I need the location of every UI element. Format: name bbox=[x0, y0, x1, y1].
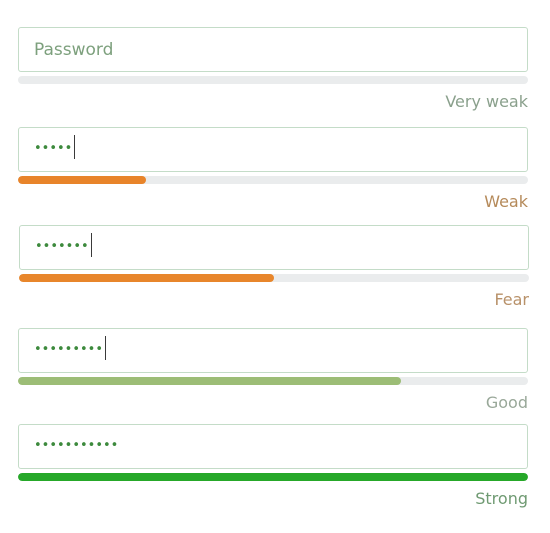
password-input[interactable]: ••••• bbox=[18, 127, 528, 172]
password-masked-value: ••••• bbox=[34, 135, 76, 160]
password-input[interactable]: ••••••••• bbox=[18, 328, 528, 373]
strength-meter-fill bbox=[18, 377, 401, 385]
password-input[interactable]: Password bbox=[18, 27, 528, 72]
password-row-strong: ••••••••••• Strong bbox=[18, 424, 528, 509]
strength-meter-fill bbox=[18, 176, 146, 184]
password-row-fear: ••••••• Fear bbox=[19, 225, 529, 310]
strength-meter bbox=[18, 473, 528, 481]
password-input[interactable]: ••••••••••• bbox=[18, 424, 528, 469]
strength-label: Very weak bbox=[445, 92, 528, 111]
password-masked-value: ••••••• bbox=[35, 233, 92, 258]
strength-label: Fear bbox=[494, 290, 529, 309]
strength-meter-fill bbox=[19, 274, 274, 282]
strength-meter bbox=[18, 76, 528, 84]
strength-label: Strong bbox=[475, 489, 528, 508]
text-caret bbox=[90, 233, 92, 257]
password-row-good: ••••••••• Good bbox=[18, 328, 528, 413]
strength-meter bbox=[18, 176, 528, 184]
password-masked-value: ••••••••• bbox=[34, 336, 107, 361]
password-row-very-weak: Password Very weak bbox=[18, 27, 528, 112]
password-placeholder: Password bbox=[34, 40, 114, 60]
strength-label: Good bbox=[485, 393, 528, 412]
strength-meter bbox=[18, 377, 528, 385]
text-caret bbox=[74, 135, 76, 159]
password-input[interactable]: ••••••• bbox=[19, 225, 529, 270]
password-masked-value: ••••••••••• bbox=[34, 438, 119, 453]
password-row-weak: ••••• Weak bbox=[18, 127, 528, 212]
strength-label: Weak bbox=[484, 192, 528, 211]
strength-meter-fill bbox=[18, 473, 528, 481]
strength-meter bbox=[19, 274, 529, 282]
text-caret bbox=[105, 336, 107, 360]
